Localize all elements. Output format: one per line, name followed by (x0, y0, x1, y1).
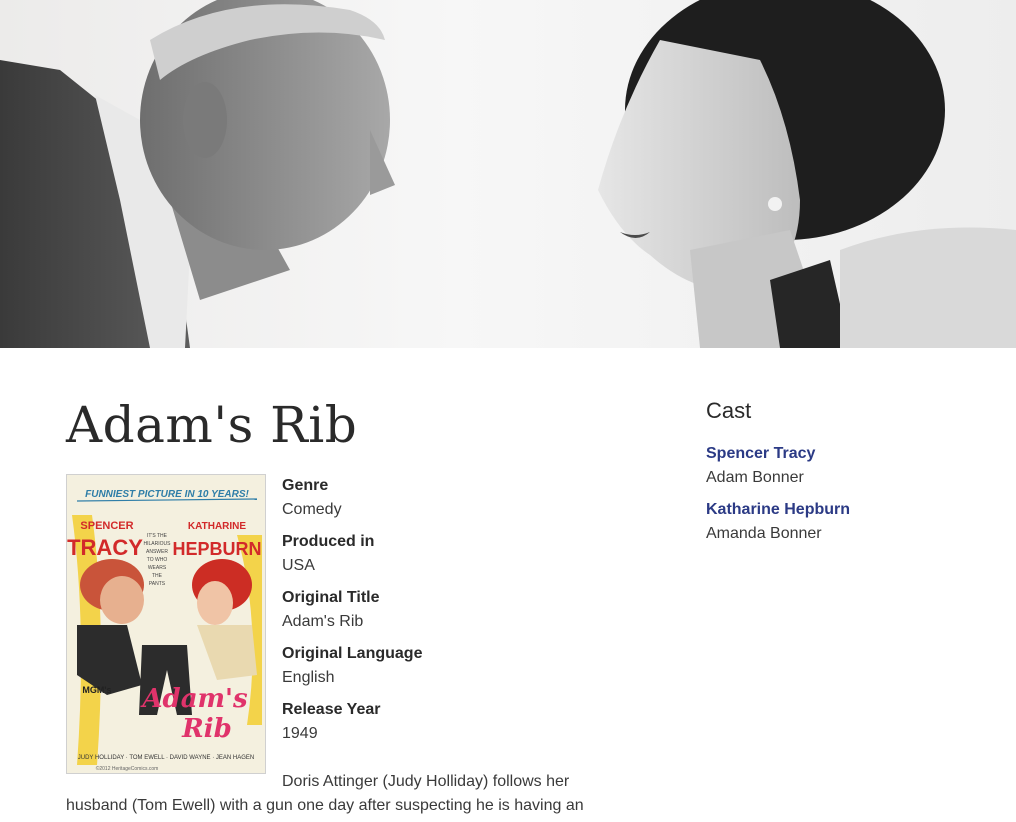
detail-release-year: Release Year 1949 (282, 698, 612, 754)
detail-produced-in: Produced in USA (282, 530, 612, 586)
detail-value: Comedy (282, 501, 342, 518)
cast-role: Adam Bonner (706, 469, 804, 486)
poster-tagline: FUNNIEST PICTURE IN 10 YEARS! (85, 489, 249, 500)
detail-label: Original Title (282, 589, 380, 606)
poster-blurb-line: THE (152, 573, 163, 579)
cast-actor-link[interactable]: Spencer Tracy (706, 442, 996, 466)
detail-value: USA (282, 557, 315, 574)
cast-member: Katharine Hepburn Amanda Bonner (706, 498, 996, 546)
poster-blurb-line: IT'S THE (147, 533, 168, 539)
detail-label: Original Language (282, 645, 423, 662)
detail-original-title: Original Title Adam's Rib (282, 586, 612, 642)
poster-star-left-first: SPENCER (80, 520, 133, 532)
poster-studio: MGM's (82, 685, 111, 695)
detail-value: 1949 (282, 725, 318, 742)
hero-photo (0, 0, 1016, 348)
poster-star-right-first: KATHARINE (188, 521, 246, 532)
poster-blurb-line: PANTS (149, 581, 166, 587)
cast-heading: Cast (706, 398, 752, 423)
poster-blurb-line: ANSWER (146, 549, 168, 555)
detail-genre: Genre Comedy (282, 474, 612, 530)
poster-title-line1: Adam's (139, 684, 248, 714)
poster-blurb-line: WEARS (148, 565, 167, 571)
poster-blurb-line: HILARIOUS (144, 541, 172, 547)
cast-member: Spencer Tracy Adam Bonner (706, 442, 996, 490)
page-title: Adam's Rib (66, 396, 358, 454)
poster-credits: JUDY HOLLIDAY · TOM EWELL · DAVID WAYNE … (78, 755, 254, 761)
poster-art: FUNNIEST PICTURE IN 10 YEARS! SPENCER TR… (67, 475, 265, 773)
poster-title-line2: Rib (181, 714, 232, 744)
poster-star-left-last: TRACY (67, 535, 143, 560)
movie-details: Genre Comedy Produced in USA Original Ti… (282, 474, 612, 754)
cast-role: Amanda Bonner (706, 525, 822, 542)
poster-blurb-line: TO WHO (147, 557, 168, 563)
detail-label: Release Year (282, 701, 381, 718)
detail-original-language: Original Language English (282, 642, 612, 698)
detail-label: Genre (282, 477, 329, 494)
movie-synopsis: Doris Attinger (Judy Holliday) follows h… (66, 773, 584, 814)
poster-star-right-last: HEPBURN (172, 539, 261, 559)
movie-poster: FUNNIEST PICTURE IN 10 YEARS! SPENCER TR… (66, 474, 266, 774)
cast-section: Cast Spencer Tracy Adam Bonner Katharine… (706, 396, 996, 554)
cast-actor-link[interactable]: Katharine Hepburn (706, 498, 996, 522)
detail-label: Produced in (282, 533, 375, 550)
hero-image (0, 0, 1016, 348)
detail-value: Adam's Rib (282, 613, 364, 630)
detail-value: English (282, 669, 335, 686)
